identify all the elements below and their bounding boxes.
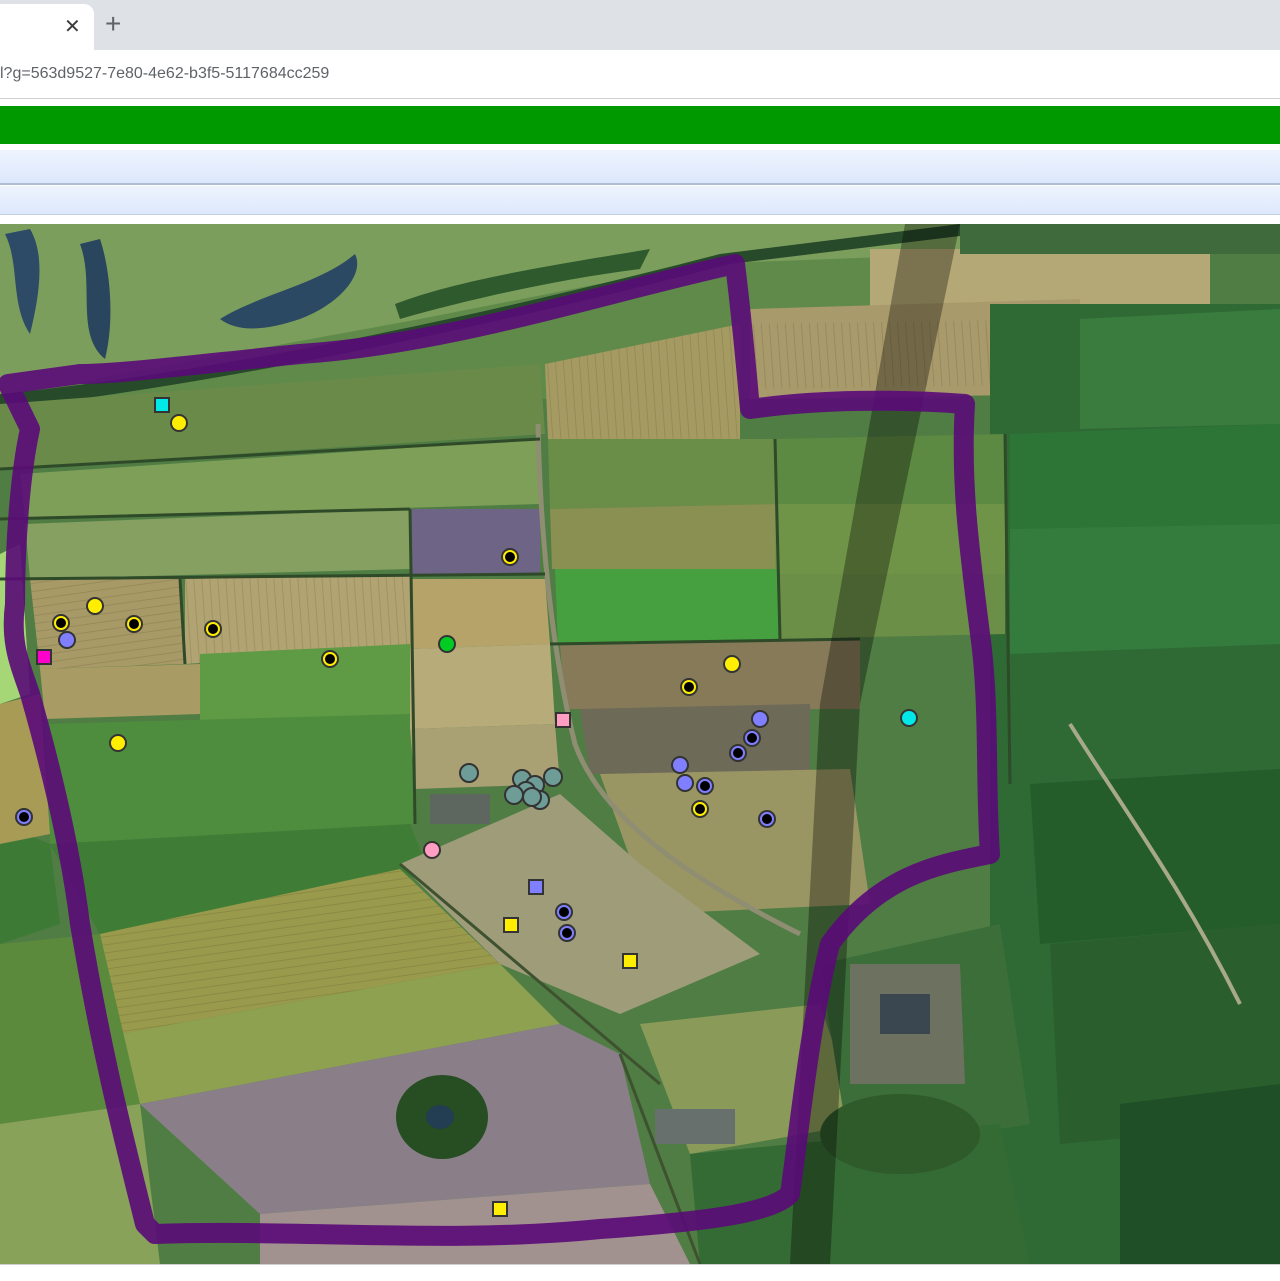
close-tab-icon[interactable]: ✕ [64, 15, 81, 39]
marker-center-dot [325, 654, 335, 664]
map-marker-blue-circle[interactable] [676, 774, 694, 792]
map-marker-yellow-circle[interactable] [86, 597, 104, 615]
satellite-imagery [0, 224, 1280, 1264]
marker-center-dot [700, 781, 710, 791]
map-marker-gray-teal-circle[interactable] [543, 767, 563, 787]
map-marker-magenta-square[interactable] [36, 649, 52, 665]
map-marker-blue-circle[interactable] [558, 924, 576, 942]
map-marker-blue-square[interactable] [528, 879, 544, 895]
marker-center-dot [208, 624, 218, 634]
map-marker-blue-circle[interactable] [696, 777, 714, 795]
map-marker-yellow-circle[interactable] [52, 614, 70, 632]
map-marker-yellow-circle[interactable] [204, 620, 222, 638]
tab-bar: ✕ + [0, 0, 1280, 50]
map-marker-yellow-square[interactable] [503, 917, 519, 933]
marker-center-dot [762, 814, 772, 824]
status-strip [0, 1264, 1280, 1281]
map-marker-blue-circle[interactable] [15, 808, 33, 826]
map-marker-blue-circle[interactable] [555, 903, 573, 921]
marker-center-dot [684, 682, 694, 692]
map-marker-gray-teal-circle[interactable] [504, 785, 524, 805]
marker-center-dot [505, 552, 515, 562]
map-marker-cyan-circle[interactable] [900, 709, 918, 727]
map-marker-yellow-square[interactable] [492, 1201, 508, 1217]
map-marker-gray-teal-circle[interactable] [459, 763, 479, 783]
map-marker-gray-teal-circle[interactable] [522, 787, 542, 807]
app-header-band [0, 106, 1280, 144]
map-marker-blue-circle[interactable] [751, 710, 769, 728]
map-marker-yellow-circle[interactable] [109, 734, 127, 752]
map-marker-yellow-circle[interactable] [501, 548, 519, 566]
map-marker-blue-circle[interactable] [671, 756, 689, 774]
map-marker-blue-circle[interactable] [743, 729, 761, 747]
map-marker-pink-square[interactable] [555, 712, 571, 728]
marker-center-dot [747, 733, 757, 743]
map-marker-green-circle[interactable] [438, 635, 456, 653]
map-marker-blue-circle[interactable] [58, 631, 76, 649]
marker-center-dot [695, 804, 705, 814]
map-marker-cyan-square[interactable] [154, 397, 170, 413]
marker-center-dot [559, 907, 569, 917]
marker-center-dot [129, 619, 139, 629]
map-marker-yellow-circle[interactable] [321, 650, 339, 668]
map-marker-yellow-circle[interactable] [680, 678, 698, 696]
marker-center-dot [562, 928, 572, 938]
marker-center-dot [56, 618, 66, 628]
map-marker-yellow-circle[interactable] [125, 615, 143, 633]
url-text[interactable]: l?g=563d9527-7e80-4e62-b3f5-5117684cc259 [0, 65, 329, 83]
toolbar-strip [0, 150, 1280, 185]
map-marker-yellow-circle[interactable] [691, 800, 709, 818]
map-marker-blue-circle[interactable] [729, 744, 747, 762]
map-view[interactable] [0, 224, 1280, 1264]
browser-tab[interactable]: ✕ [0, 4, 94, 50]
address-bar[interactable]: l?g=563d9527-7e80-4e62-b3f5-5117684cc259 [0, 50, 1280, 99]
sub-toolbar-strip [0, 186, 1280, 215]
map-marker-blue-circle[interactable] [758, 810, 776, 828]
marker-center-dot [733, 748, 743, 758]
marker-center-dot [19, 812, 29, 822]
map-marker-yellow-circle[interactable] [723, 655, 741, 673]
map-marker-yellow-circle[interactable] [170, 414, 188, 432]
map-marker-pink-circle[interactable] [423, 841, 441, 859]
new-tab-icon[interactable]: + [105, 8, 121, 40]
map-marker-yellow-square[interactable] [622, 953, 638, 969]
